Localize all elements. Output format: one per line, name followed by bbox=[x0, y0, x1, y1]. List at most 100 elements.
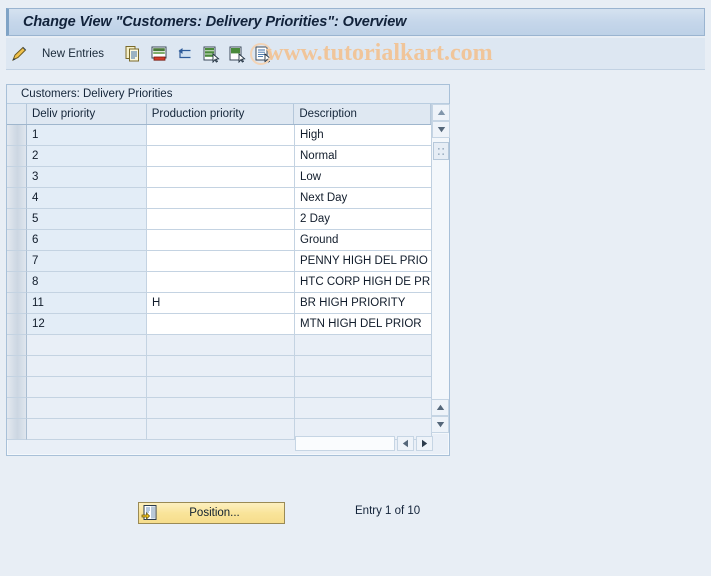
row-selector-button[interactable] bbox=[7, 293, 27, 314]
row-selector-button[interactable] bbox=[7, 356, 27, 377]
cell-production-priority[interactable]: H bbox=[147, 293, 295, 314]
row-selector-button[interactable] bbox=[7, 125, 27, 146]
cell-production-priority-empty[interactable] bbox=[147, 419, 295, 440]
scroll-down-button[interactable] bbox=[432, 121, 450, 138]
vertical-scrollbar-bottom[interactable] bbox=[431, 399, 449, 433]
cell-production-priority[interactable] bbox=[147, 167, 295, 188]
row-selector-button[interactable] bbox=[7, 314, 27, 335]
cell-delivery-priority[interactable]: 5 bbox=[27, 209, 147, 230]
deselect-all-button[interactable] bbox=[250, 41, 276, 67]
table-row[interactable]: 5 2 Day bbox=[7, 209, 449, 230]
cell-production-priority[interactable] bbox=[147, 314, 295, 335]
cell-production-priority-empty[interactable] bbox=[147, 398, 295, 419]
scroll-left-button[interactable] bbox=[397, 436, 414, 451]
table-row[interactable]: 2 Normal bbox=[7, 146, 449, 167]
cell-delivery-priority[interactable]: 3 bbox=[27, 167, 147, 188]
cell-delivery-priority[interactable]: 12 bbox=[27, 314, 147, 335]
cell-description[interactable]: High bbox=[295, 125, 432, 146]
select-block-button[interactable] bbox=[224, 41, 250, 67]
position-button[interactable]: Position... bbox=[138, 502, 285, 524]
cell-production-priority[interactable] bbox=[147, 209, 295, 230]
table-row[interactable]: 6 Ground bbox=[7, 230, 449, 251]
cell-description[interactable]: BR HIGH PRIORITY bbox=[295, 293, 432, 314]
table-row[interactable]: 4 Next Day bbox=[7, 188, 449, 209]
select-all-column-header[interactable] bbox=[7, 104, 27, 124]
table-row-empty[interactable] bbox=[7, 398, 449, 419]
cell-delivery-priority[interactable]: 1 bbox=[27, 125, 147, 146]
row-selector-button[interactable] bbox=[7, 272, 27, 293]
row-selector-button[interactable] bbox=[7, 167, 27, 188]
cell-production-priority[interactable] bbox=[147, 251, 295, 272]
scroll-up-button[interactable] bbox=[432, 104, 450, 121]
row-selector-button[interactable] bbox=[7, 230, 27, 251]
cell-production-priority[interactable] bbox=[147, 272, 295, 293]
cell-delivery-priority[interactable]: 7 bbox=[27, 251, 147, 272]
scroll-down-button-bottom[interactable] bbox=[431, 416, 449, 433]
cell-delivery-priority[interactable]: 8 bbox=[27, 272, 147, 293]
cell-delivery-priority-empty[interactable] bbox=[27, 419, 147, 440]
table-row[interactable]: 3 Low bbox=[7, 167, 449, 188]
cell-production-priority-empty[interactable] bbox=[147, 335, 295, 356]
scroll-up-button-bottom[interactable] bbox=[431, 399, 449, 416]
cell-description[interactable]: Normal bbox=[295, 146, 432, 167]
cell-delivery-priority[interactable]: 2 bbox=[27, 146, 147, 167]
cell-description[interactable]: Low bbox=[295, 167, 432, 188]
row-selector-button[interactable] bbox=[7, 146, 27, 167]
column-header-description[interactable]: Description bbox=[294, 104, 432, 124]
cell-delivery-priority-empty[interactable] bbox=[27, 335, 147, 356]
delete-button[interactable] bbox=[146, 41, 172, 67]
column-header-production-priority[interactable]: Production priority bbox=[146, 104, 295, 124]
cell-description-empty[interactable] bbox=[295, 377, 432, 398]
edit-button[interactable] bbox=[6, 41, 32, 67]
cell-production-priority[interactable] bbox=[147, 125, 295, 146]
cell-production-priority[interactable] bbox=[147, 188, 295, 209]
table-row[interactable]: 12 MTN HIGH DEL PRIOR bbox=[7, 314, 449, 335]
cell-production-priority[interactable] bbox=[147, 230, 295, 251]
scroll-right-button[interactable] bbox=[416, 436, 433, 451]
cell-production-priority-empty[interactable] bbox=[147, 377, 295, 398]
cell-description[interactable]: 2 Day bbox=[295, 209, 432, 230]
table-row[interactable]: 8 HTC CORP HIGH DE PR bbox=[7, 272, 449, 293]
cell-delivery-priority[interactable]: 6 bbox=[27, 230, 147, 251]
cell-production-priority[interactable] bbox=[147, 146, 295, 167]
row-selector-button[interactable] bbox=[7, 398, 27, 419]
new-entries-label: New Entries bbox=[42, 47, 104, 60]
table-row[interactable]: 11 H BR HIGH PRIORITY bbox=[7, 293, 449, 314]
cell-description[interactable]: MTN HIGH DEL PRIOR bbox=[295, 314, 432, 335]
cell-delivery-priority-empty[interactable] bbox=[27, 398, 147, 419]
table-row-empty[interactable] bbox=[7, 335, 449, 356]
cell-delivery-priority-empty[interactable] bbox=[27, 377, 147, 398]
cell-delivery-priority[interactable]: 11 bbox=[27, 293, 147, 314]
cell-description[interactable]: PENNY HIGH DEL PRIO bbox=[295, 251, 432, 272]
table-row-empty[interactable] bbox=[7, 356, 449, 377]
select-all-button[interactable] bbox=[198, 41, 224, 67]
cell-description-empty[interactable] bbox=[295, 356, 432, 377]
cell-production-priority-empty[interactable] bbox=[147, 356, 295, 377]
row-selector-button[interactable] bbox=[7, 209, 27, 230]
undo-button[interactable] bbox=[172, 41, 198, 67]
row-selector-button[interactable] bbox=[7, 419, 27, 440]
new-entries-button[interactable]: New Entries bbox=[32, 41, 114, 67]
scrollbar-thumb[interactable] bbox=[432, 142, 449, 160]
table-row[interactable]: 1 High bbox=[7, 125, 449, 146]
table-row[interactable]: 7 PENNY HIGH DEL PRIO bbox=[7, 251, 449, 272]
cell-delivery-priority-empty[interactable] bbox=[27, 356, 147, 377]
column-header-delivery-priority[interactable]: Deliv priority bbox=[26, 104, 147, 124]
cell-description-empty[interactable] bbox=[295, 398, 432, 419]
row-selector-button[interactable] bbox=[7, 335, 27, 356]
cell-description[interactable]: HTC CORP HIGH DE PR bbox=[295, 272, 432, 293]
row-selector-button[interactable] bbox=[7, 188, 27, 209]
cell-description[interactable]: Ground bbox=[295, 230, 432, 251]
row-selector-button[interactable] bbox=[7, 251, 27, 272]
cell-description-empty[interactable] bbox=[295, 335, 432, 356]
vertical-scrollbar[interactable] bbox=[431, 104, 450, 434]
entry-count-label: Entry 1 of 10 bbox=[355, 505, 421, 517]
copy-button[interactable] bbox=[120, 41, 146, 67]
sap-gui-window: Change View "Customers: Delivery Priorit… bbox=[0, 0, 711, 576]
horizontal-scroll-track[interactable] bbox=[295, 436, 395, 451]
cell-description[interactable]: Next Day bbox=[295, 188, 432, 209]
horizontal-scrollbar[interactable] bbox=[295, 435, 435, 452]
row-selector-button[interactable] bbox=[7, 377, 27, 398]
cell-delivery-priority[interactable]: 4 bbox=[27, 188, 147, 209]
table-row-empty[interactable] bbox=[7, 377, 449, 398]
